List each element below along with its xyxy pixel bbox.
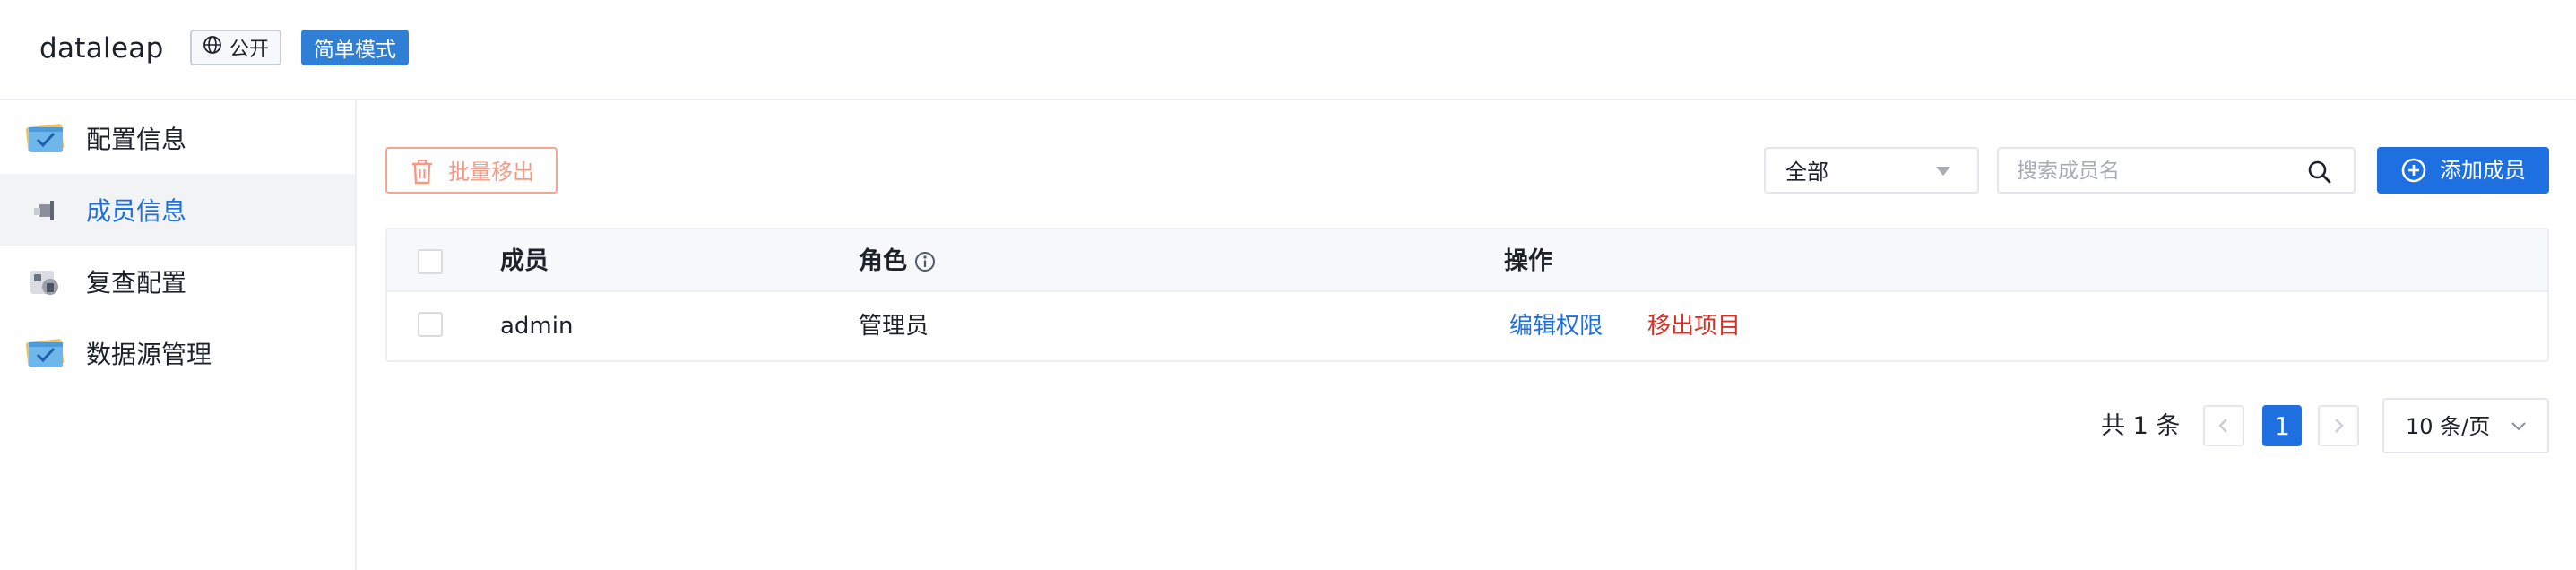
add-member-button[interactable]: 添加成员 [2377,147,2549,194]
page-size-select[interactable]: 10 条/页 [2382,398,2549,453]
pagination-total: 共 1 条 [2101,412,2181,440]
role-cell: 管理员 [859,313,929,340]
caret-down-icon [1936,167,1950,176]
member-search-box[interactable] [1997,147,2356,194]
prev-page-button[interactable] [2203,405,2244,446]
info-icon[interactable] [914,251,936,276]
visibility-badge: 公开 [190,30,282,65]
review-config-icon [23,263,66,299]
sidebar-item-label: 复查配置 [86,268,187,298]
column-header-role: 角色 [859,247,907,275]
mode-badge[interactable]: 简单模式 [301,30,409,65]
config-info-icon [23,120,66,156]
sidebar-item-datasource-management[interactable]: 数据源管理 [0,317,355,389]
sidebar-item-label: 配置信息 [86,125,187,154]
next-page-button[interactable] [2318,405,2359,446]
sidebar-item-label: 数据源管理 [86,340,212,369]
globe-icon [203,35,222,60]
search-icon[interactable] [2307,160,2332,188]
member-search-input[interactable] [2017,156,2304,186]
datasource-management-icon [23,335,66,371]
role-filter-select[interactable]: 全部 [1764,147,1979,194]
sidebar-item-member-info[interactable]: 成员信息 [0,174,355,246]
sidebar-item-config-info[interactable]: 配置信息 [0,102,355,174]
column-header-actions: 操作 [1504,247,1552,275]
edit-permission-link[interactable]: 编辑权限 [1509,312,1603,341]
sidebar-item-review-config[interactable]: 复查配置 [0,246,355,317]
app-title: dataleap [39,32,164,65]
chevron-right-icon [2335,419,2344,433]
member-name-cell: admin [500,313,574,340]
select-all-checkbox[interactable] [418,249,443,274]
plus-circle-icon [2400,157,2427,187]
add-member-label: 添加成员 [2440,158,2526,183]
current-page-button[interactable]: 1 [2262,405,2302,446]
chevron-down-icon [2510,419,2528,436]
page-size-value: 10 条/页 [2406,414,2491,439]
visibility-label: 公开 [229,39,270,61]
table-row: admin 管理员 编辑权限 移出项目 [387,292,2547,360]
top-header: dataleap 公开 简单模式 [0,0,2576,100]
member-info-icon [23,192,66,228]
remove-from-project-link[interactable]: 移出项目 [1647,312,1741,341]
sidebar: 配置信息 成员信息 复查配置 数据源管理 [0,100,357,570]
chevron-left-icon [2218,419,2227,433]
member-table: 成员 角色 操作 admin 管理员 编辑权限 移出项目 [385,228,2549,362]
role-filter-value: 全部 [1785,160,1828,185]
batch-remove-label: 批量移出 [448,160,534,185]
sidebar-item-label: 成员信息 [86,196,187,226]
row-checkbox[interactable] [418,312,443,337]
table-header: 成员 角色 操作 [387,229,2547,292]
column-header-member: 成员 [500,247,549,275]
batch-remove-button[interactable]: 批量移出 [385,147,558,194]
trash-icon [411,159,434,190]
